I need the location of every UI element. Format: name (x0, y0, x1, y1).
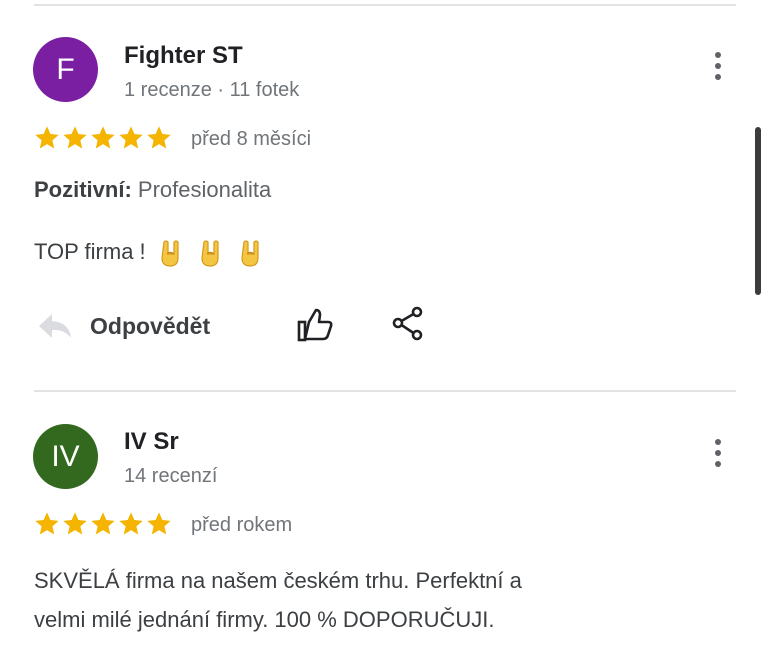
sign-of-the-horns-emoji (161, 240, 179, 267)
more-vert-icon (708, 52, 728, 80)
more-vert-icon (708, 439, 728, 467)
review-text-line: SKVĚLÁ firma na našem českém trhu. Perfe… (34, 568, 522, 593)
review-text: TOP firma ! (34, 232, 266, 271)
star-icon (91, 512, 115, 535)
reply-button[interactable]: Odpovědět (36, 309, 210, 343)
review-text-content: TOP firma ! (34, 239, 146, 264)
review-author[interactable]: Fighter ST (124, 42, 243, 70)
review-author-meta: 1 recenze · 11 fotek (124, 79, 300, 101)
review-text-line: velmi milé jednání firmy. 100 % DOPORUČU… (34, 607, 495, 632)
top-divider (34, 4, 736, 6)
reply-arrow-icon (39, 314, 71, 338)
review-author[interactable]: IV Sr (124, 428, 179, 456)
star-icon (35, 512, 59, 535)
star-icon (63, 126, 87, 149)
avatar[interactable]: IV (33, 424, 98, 489)
aspect-value: Profesionalita (137, 177, 272, 202)
more-options-button[interactable] (708, 52, 728, 92)
review-time: před rokem (191, 514, 293, 536)
review-time: před 8 měsíci (191, 128, 312, 150)
reviews-page: F Fighter ST 1 recenze · 11 fotek před 8… (0, 0, 768, 645)
star-icon (63, 512, 87, 535)
like-button[interactable] (295, 306, 335, 346)
reply-label: Odpovědět (90, 312, 211, 339)
sign-of-the-horns-emoji (241, 240, 259, 267)
share-button[interactable] (389, 304, 429, 344)
sign-of-the-horns-emoji (201, 240, 219, 267)
scrollbar[interactable] (755, 127, 761, 295)
star-icon (119, 126, 143, 149)
review-aspect: Pozitivní: Profesionalita (34, 177, 271, 203)
share-icon (392, 306, 423, 341)
avatar[interactable]: F (33, 37, 98, 102)
star-rating (33, 510, 173, 540)
star-icon (91, 126, 115, 149)
review-author-meta: 14 recenzí (124, 465, 218, 487)
star-icon (147, 512, 171, 535)
review-text: SKVĚLÁ firma na našem českém trhu. Perfe… (34, 561, 522, 639)
star-rating (33, 124, 173, 154)
thumb-up-icon (297, 308, 333, 342)
star-icon (35, 126, 59, 149)
aspect-label: Pozitivní: (34, 177, 132, 202)
star-icon (147, 126, 171, 149)
more-options-button[interactable] (708, 439, 728, 479)
review-divider (34, 390, 736, 392)
star-icon (119, 512, 143, 535)
